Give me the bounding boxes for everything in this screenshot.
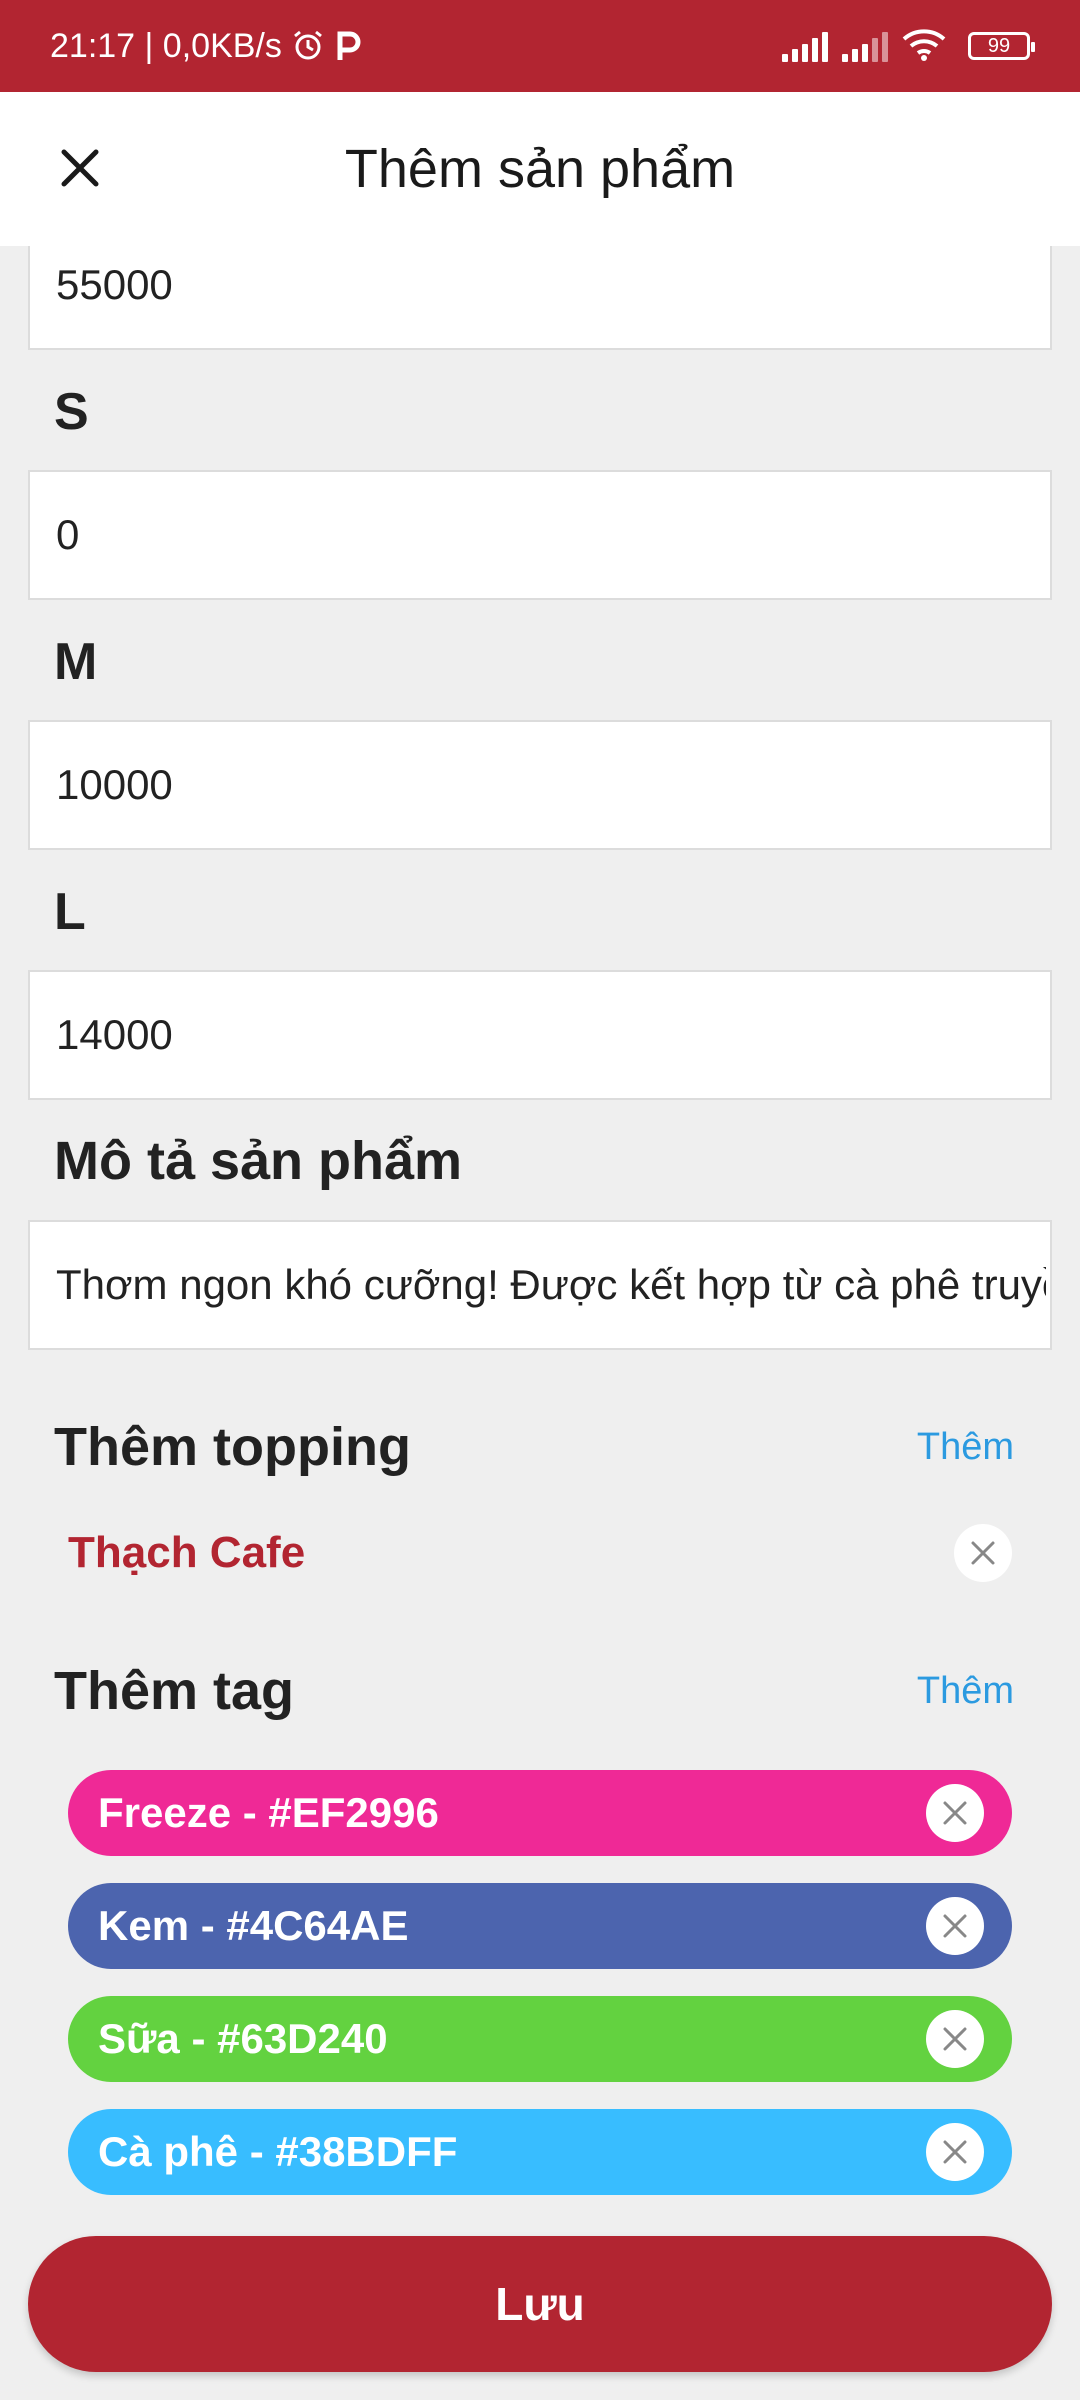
status-left: 21:17 | 0,0KB/s (50, 27, 364, 66)
status-right: 99 (782, 27, 1035, 66)
size-m-label: M (54, 633, 98, 691)
close-icon (61, 149, 99, 187)
tag-label: Kem - #4C64AE (98, 1902, 409, 1949)
battery-level: 99 (987, 34, 1011, 57)
battery-icon: 99 (968, 32, 1035, 60)
tag-label: Freeze - #EF2996 (98, 1789, 439, 1836)
description-input[interactable] (56, 1261, 1046, 1309)
tag-label: Sữa - #63D240 (98, 2015, 388, 2062)
remove-tag-button[interactable] (926, 2010, 984, 2068)
size-s-input[interactable] (56, 511, 1046, 559)
remove-tag-button[interactable] (926, 1897, 984, 1955)
add-tag-link[interactable]: Thêm (917, 1670, 1014, 1713)
parking-app-icon (334, 28, 364, 64)
tag-pill-ca-phe: Cà phê - #38BDFF (68, 2109, 1012, 2195)
topping-section-title: Thêm topping (54, 1417, 411, 1477)
description-field[interactable] (28, 1220, 1052, 1350)
size-m-field[interactable] (28, 720, 1052, 850)
save-button[interactable]: Lưu (28, 2236, 1052, 2372)
remove-tag-button[interactable] (926, 2123, 984, 2181)
signal-icon (782, 30, 828, 62)
size-m-input[interactable] (56, 761, 1046, 809)
size-l-field[interactable] (28, 970, 1052, 1100)
app-bar: Thêm sản phẩm (0, 92, 1080, 246)
size-s-label: S (54, 383, 89, 441)
add-topping-link[interactable]: Thêm (917, 1426, 1014, 1469)
size-l-input[interactable] (56, 1011, 1046, 1059)
signal-icon-2 (842, 30, 888, 62)
status-bar: 21:17 | 0,0KB/s 99 (0, 0, 1080, 92)
description-label: Mô tả sản phẩm (54, 1131, 463, 1191)
wifi-icon (902, 27, 946, 66)
close-button[interactable] (48, 136, 112, 200)
tag-pill-freeze: Freeze - #EF2996 (68, 1770, 1012, 1856)
size-s-field[interactable] (28, 470, 1052, 600)
status-time-speed: 21:17 | 0,0KB/s (50, 26, 282, 65)
remove-topping-button[interactable] (954, 1524, 1012, 1582)
topping-item-name: Thạch Cafe (68, 1528, 306, 1577)
close-icon (943, 1801, 967, 1825)
remove-tag-button[interactable] (926, 1784, 984, 1842)
alarm-icon (290, 28, 326, 64)
price-input[interactable] (56, 261, 1046, 309)
tag-section-title: Thêm tag (54, 1661, 295, 1721)
tag-pill-sua: Sữa - #63D240 (68, 1996, 1012, 2082)
page-title: Thêm sản phẩm (344, 139, 736, 199)
tag-pill-kem: Kem - #4C64AE (68, 1883, 1012, 1969)
close-icon (943, 1914, 967, 1938)
close-icon (943, 2027, 967, 2051)
size-l-label: L (54, 883, 86, 941)
close-icon (943, 2140, 967, 2164)
tag-label: Cà phê - #38BDFF (98, 2128, 458, 2175)
close-icon (971, 1541, 995, 1565)
